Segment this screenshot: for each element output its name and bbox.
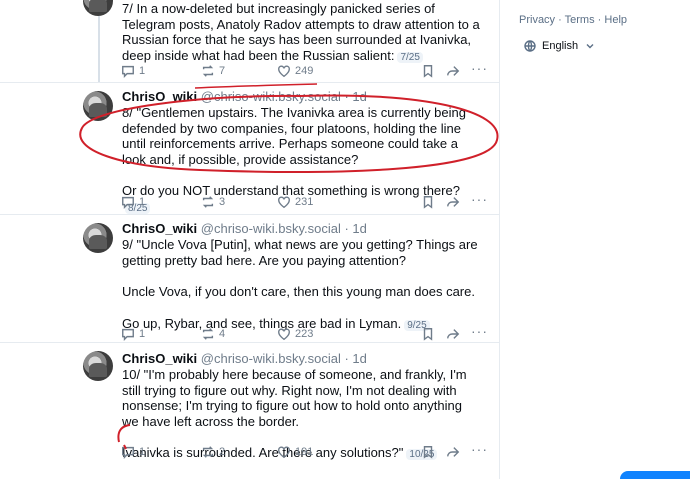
chevron-down-icon (586, 44, 594, 49)
share-icon (447, 66, 460, 76)
bookmark-button[interactable] (421, 327, 435, 341)
repost-button[interactable]: 7 (201, 64, 225, 78)
share-icon (447, 329, 460, 339)
privacy-link[interactable]: Privacy (519, 14, 555, 26)
avatar[interactable] (83, 0, 113, 16)
reply-icon (122, 196, 134, 209)
heart-icon (278, 446, 290, 459)
ellipsis-icon: ··· (471, 441, 488, 457)
thread-feed: 7/ In a now-deleted but increasingly pan… (0, 0, 500, 479)
share-button[interactable] (446, 445, 460, 459)
reply-icon (122, 65, 134, 78)
author-handle[interactable]: @chriso-wiki.bsky.social (201, 89, 341, 104)
repost-count: 7 (219, 65, 226, 77)
repost-button[interactable]: 2 (201, 445, 225, 459)
share-button[interactable] (446, 64, 460, 78)
bookmark-icon (423, 65, 433, 78)
reply-icon (122, 446, 134, 459)
language-select[interactable]: English (524, 40, 596, 52)
more-options-button[interactable]: ··· (471, 191, 488, 207)
more-options-button[interactable]: ··· (471, 323, 488, 339)
repost-icon (202, 196, 214, 208)
avatar[interactable] (83, 91, 113, 121)
like-count: 223 (295, 328, 314, 340)
like-count: 249 (295, 65, 314, 77)
ellipsis-icon: ··· (471, 60, 488, 76)
repost-count: 3 (219, 196, 226, 208)
heart-icon (278, 196, 290, 209)
like-button[interactable]: 231 (277, 195, 313, 209)
bookmark-button[interactable] (421, 195, 435, 209)
bookmark-button[interactable] (421, 445, 435, 459)
author-name[interactable]: ChrisO_wiki (122, 221, 197, 236)
like-button[interactable]: 191 (277, 445, 313, 459)
compose-button-edge[interactable] (620, 471, 690, 479)
reply-button[interactable]: 1 (121, 64, 145, 78)
repost-icon (202, 446, 214, 458)
repost-button[interactable]: 3 (201, 195, 225, 209)
post-10[interactable]: ChrisO_wiki @chriso-wiki.bsky.social · 1… (0, 342, 500, 479)
more-options-button[interactable]: ··· (471, 60, 488, 76)
footer-links: Privacy · Terms · Help (519, 14, 628, 26)
reply-button[interactable]: 1 (121, 327, 145, 341)
reply-button[interactable]: 1 (121, 195, 145, 209)
repost-count: 2 (219, 446, 226, 458)
bookmark-button[interactable] (421, 64, 435, 78)
thread-counter: 7/25 (397, 51, 423, 63)
reply-button[interactable]: 1 (121, 445, 145, 459)
bookmark-icon (423, 328, 433, 341)
post-body: 9/ "Uncle Vova [Putin], what news are yo… (122, 237, 478, 331)
avatar[interactable] (83, 223, 113, 253)
repost-button[interactable]: 4 (201, 327, 225, 341)
globe-icon (524, 40, 536, 52)
terms-link[interactable]: Terms (565, 14, 595, 26)
share-icon (447, 197, 460, 207)
heart-icon (278, 328, 290, 341)
language-label: English (542, 40, 579, 52)
ellipsis-icon: ··· (471, 323, 488, 339)
share-icon (447, 447, 460, 457)
reply-count: 1 (139, 196, 146, 208)
more-options-button[interactable]: ··· (471, 441, 488, 457)
share-button[interactable] (446, 195, 460, 209)
reply-icon (122, 328, 134, 341)
repost-icon (202, 65, 214, 77)
heart-icon (278, 65, 290, 78)
like-button[interactable]: 223 (277, 327, 313, 341)
repost-icon (202, 328, 214, 340)
post-time: · 1d (344, 351, 367, 366)
reply-count: 1 (139, 446, 146, 458)
author-handle[interactable]: @chriso-wiki.bsky.social (201, 351, 341, 366)
author-name[interactable]: ChrisO_wiki (122, 351, 197, 366)
like-count: 231 (295, 196, 314, 208)
author-handle[interactable]: @chriso-wiki.bsky.social (201, 221, 341, 236)
post-body: 7/ In a now-deleted but increasingly pan… (122, 1, 480, 63)
author-name[interactable]: ChrisO_wiki (122, 89, 197, 104)
like-button[interactable]: 249 (277, 64, 313, 78)
share-button[interactable] (446, 327, 460, 341)
like-count: 191 (295, 446, 314, 458)
post-9[interactable]: ChrisO_wiki @chriso-wiki.bsky.social · 1… (0, 214, 500, 342)
post-time: · 1d (344, 221, 367, 236)
reply-count: 1 (139, 328, 146, 340)
help-link[interactable]: Help (604, 14, 627, 26)
ellipsis-icon: ··· (471, 191, 488, 207)
bookmark-icon (423, 196, 433, 209)
reply-count: 1 (139, 65, 146, 77)
post-time: · 1d (344, 89, 367, 104)
post-8[interactable]: ChrisO_wiki @chriso-wiki.bsky.social · 1… (0, 82, 500, 214)
avatar[interactable] (83, 351, 113, 381)
bookmark-icon (423, 446, 433, 459)
repost-count: 4 (219, 328, 226, 340)
post-7[interactable]: 7/ In a now-deleted but increasingly pan… (0, 0, 500, 82)
